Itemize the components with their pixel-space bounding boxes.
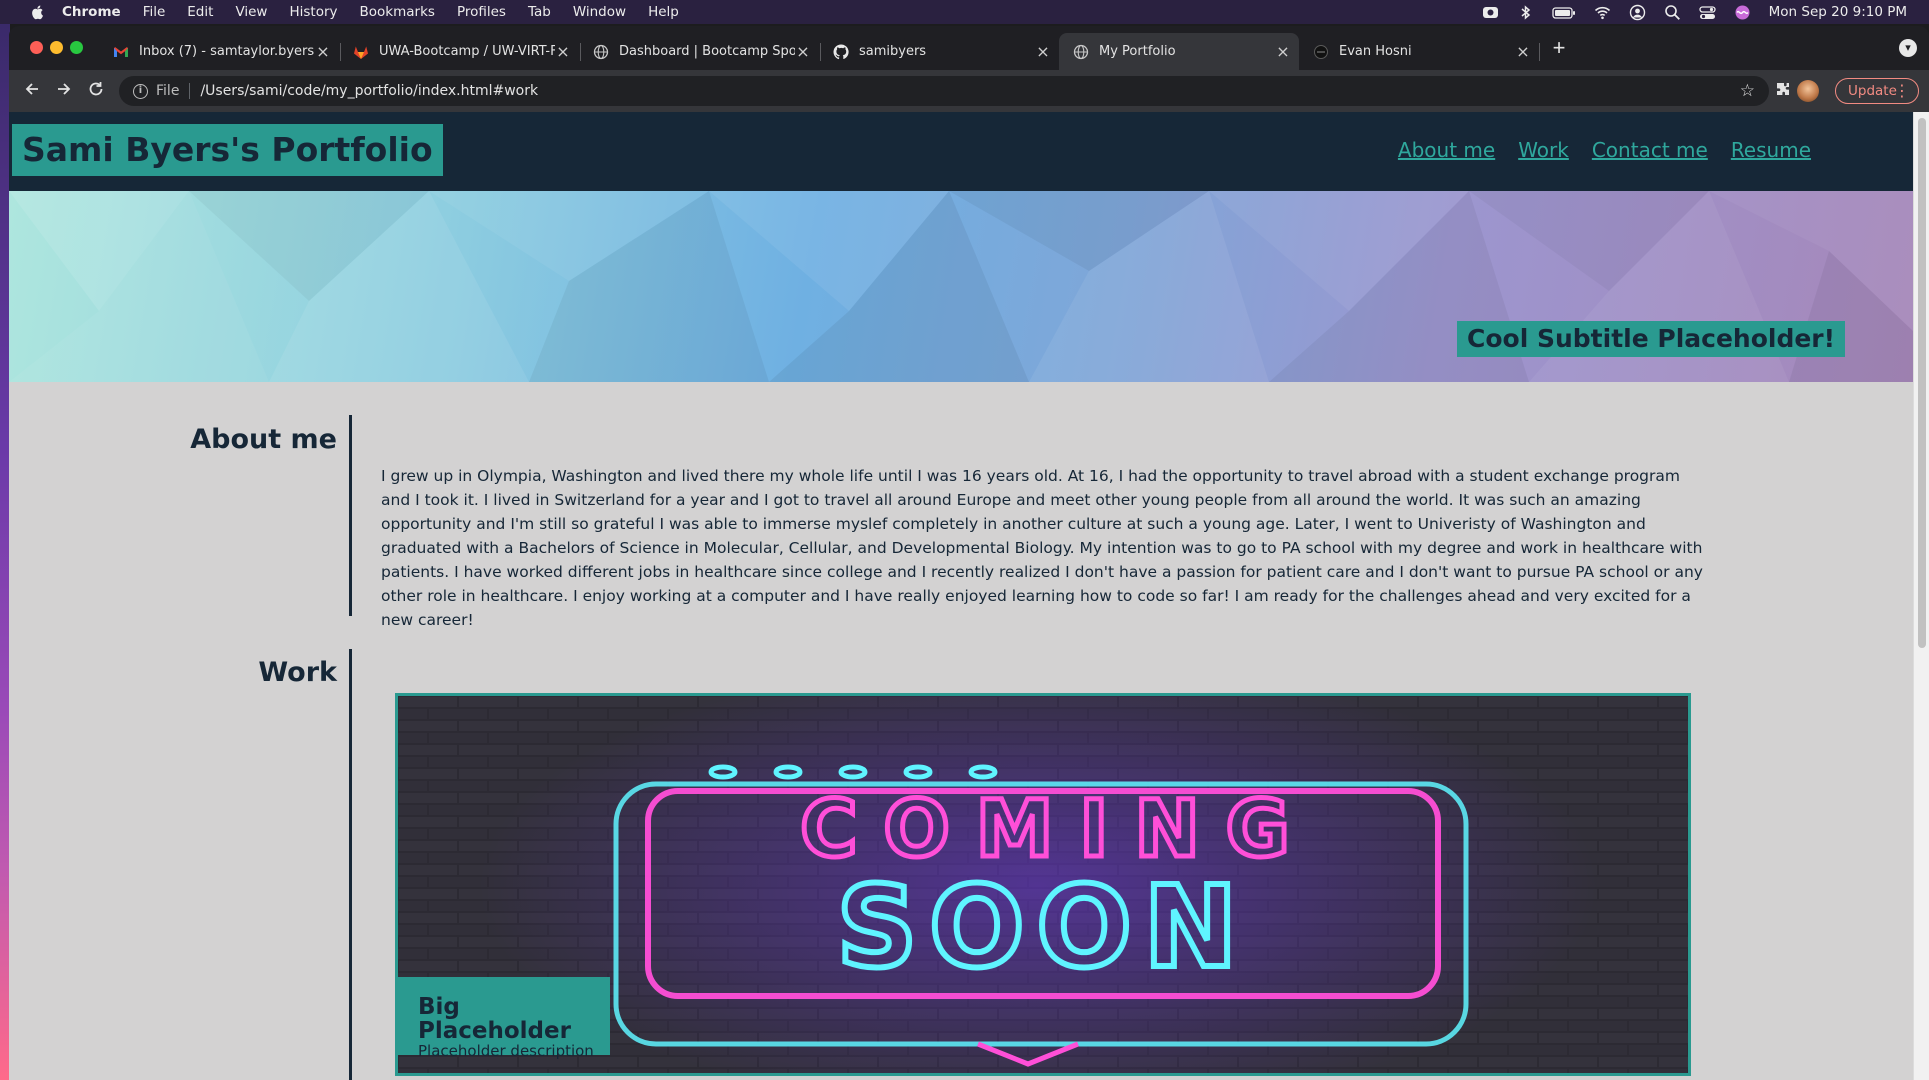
site-header: Sami Byers's Portfolio About me Work Con… [9,112,1913,191]
arrow-left-icon [25,83,38,95]
menu-file[interactable]: File [143,4,166,20]
github-icon [833,43,849,59]
about-me-divider [349,415,352,616]
tab-github-samibyers[interactable]: samibyers × [819,33,1059,70]
tab-bootcamp-spot[interactable]: Dashboard | Bootcamp Spot × [579,33,819,70]
window-minimize-button[interactable] [50,41,63,54]
menu-view[interactable]: View [235,4,267,20]
update-button-label: Update [1848,83,1897,99]
bluetooth-icon[interactable] [1517,4,1534,21]
extensions-icon[interactable] [1773,81,1793,101]
tab-close-icon[interactable]: × [555,43,571,60]
arrow-right-icon [58,83,71,95]
menu-edit[interactable]: Edit [187,4,213,20]
reload-button[interactable] [85,80,107,102]
browser-toolbar: i File /Users/sami/code/my_portfolio/ind… [9,70,1929,112]
tab-gitlab-bootcamp[interactable]: UWA-Bootcamp / UW-VIRT-FS × [339,33,579,70]
nav-link-resume[interactable]: Resume [1731,138,1811,162]
gitlab-icon [354,46,368,59]
forward-button[interactable] [53,80,75,102]
tab-title: Dashboard | Bootcamp Spot [619,44,795,59]
tab-my-portfolio[interactable]: My Portfolio × [1059,33,1299,70]
siri-icon[interactable] [1734,4,1751,21]
update-chrome-button[interactable]: Update ⋮ [1835,78,1919,104]
screen-recorder-icon[interactable] [1482,4,1499,21]
site-nav: About me Work Contact me Resume [1398,138,1811,162]
url-scheme-label: File [156,83,191,99]
wifi-icon[interactable] [1594,4,1611,21]
menu-help[interactable]: Help [648,4,679,20]
scrollbar-thumb[interactable] [1918,118,1926,648]
work-featured-card[interactable]: COMING SOON Big Placeholder Placeholder … [395,693,1691,1076]
reload-icon [89,82,103,96]
spotlight-search-icon[interactable] [1664,4,1681,21]
window-fullscreen-button[interactable] [70,41,83,54]
new-tab-button[interactable]: + [1549,37,1569,59]
nav-link-about-me[interactable]: About me [1398,138,1495,162]
menu-tab[interactable]: Tab [528,4,551,20]
menu-app-name[interactable]: Chrome [62,4,121,20]
tab-title: samibyers [859,44,927,59]
more-menu-icon[interactable]: ⋮ [1894,79,1910,103]
back-button[interactable] [21,80,43,102]
browser-window: Inbox (7) - samtaylor.byers@g × UWA-Boot… [9,26,1929,1080]
about-me-text: I grew up in Olympia, Washington and liv… [381,467,1703,629]
work-caption: Big Placeholder Placeholder description [398,977,610,1059]
tab-title: My Portfolio [1099,44,1176,59]
profile-avatar[interactable] [1797,80,1819,102]
work-heading: Work [258,657,337,688]
menu-window[interactable]: Window [573,4,626,20]
menu-profiles[interactable]: Profiles [457,4,506,20]
hero-banner: Cool Subtitle Placeholder! [9,191,1913,382]
control-center-icon[interactable] [1698,4,1716,21]
tab-close-icon[interactable]: × [1515,43,1531,60]
tab-title: UWA-Bootcamp / UW-VIRT-FS [379,44,555,59]
work-divider [349,649,352,1080]
tab-close-icon[interactable]: × [795,43,811,60]
tab-search-button[interactable]: ▾ [1899,39,1917,57]
menubar-clock[interactable]: Mon Sep 20 9:10 PM [1769,4,1907,20]
globe-icon [1314,44,1328,59]
apple-menu-icon[interactable] [30,4,46,20]
page-viewport: Sami Byers's Portfolio About me Work Con… [9,112,1913,1080]
tab-close-icon[interactable]: × [315,43,331,60]
site-info-icon[interactable]: i [133,83,148,99]
globe-icon [593,44,609,59]
work-item-description: Placeholder description [418,1042,594,1060]
menu-history[interactable]: History [289,4,337,20]
about-me-heading: About me [190,424,337,455]
tab-evan-hosni[interactable]: Evan Hosni × [1299,33,1539,70]
user-account-icon[interactable] [1629,4,1646,21]
bookmark-star-icon[interactable]: ☆ [1740,81,1755,101]
page-scrollbar[interactable] [1913,112,1929,1080]
tab-close-icon[interactable]: × [1035,43,1051,60]
neon-text-soon: SOON [837,863,1250,993]
menu-bookmarks[interactable]: Bookmarks [360,4,435,20]
tab-close-icon[interactable]: × [1275,43,1291,60]
gmail-icon [114,46,128,57]
site-title: Sami Byers's Portfolio [12,124,443,176]
tab-separator [1539,43,1540,61]
tab-strip: Inbox (7) - samtaylor.byers@g × UWA-Boot… [9,26,1929,70]
address-bar[interactable]: i File /Users/sami/code/my_portfolio/ind… [119,76,1769,106]
nav-link-work[interactable]: Work [1518,138,1569,162]
tab-gmail-inbox[interactable]: Inbox (7) - samtaylor.byers@g × [99,33,339,70]
battery-icon[interactable] [1551,4,1576,21]
macos-menu-bar: Chrome File Edit View History Bookmarks … [0,0,1929,24]
work-item-title: Big Placeholder [418,994,571,1044]
hero-subtitle: Cool Subtitle Placeholder! [1457,321,1846,357]
tab-title: Inbox (7) - samtaylor.byers@g [139,44,315,59]
nav-link-contact-me[interactable]: Contact me [1592,138,1708,162]
tab-title: Evan Hosni [1339,44,1412,59]
window-close-button[interactable] [30,41,43,54]
url-text[interactable]: /Users/sami/code/my_portfolio/index.html… [200,83,538,99]
globe-icon [1073,44,1089,59]
neon-text-coming: COMING [800,785,1316,875]
